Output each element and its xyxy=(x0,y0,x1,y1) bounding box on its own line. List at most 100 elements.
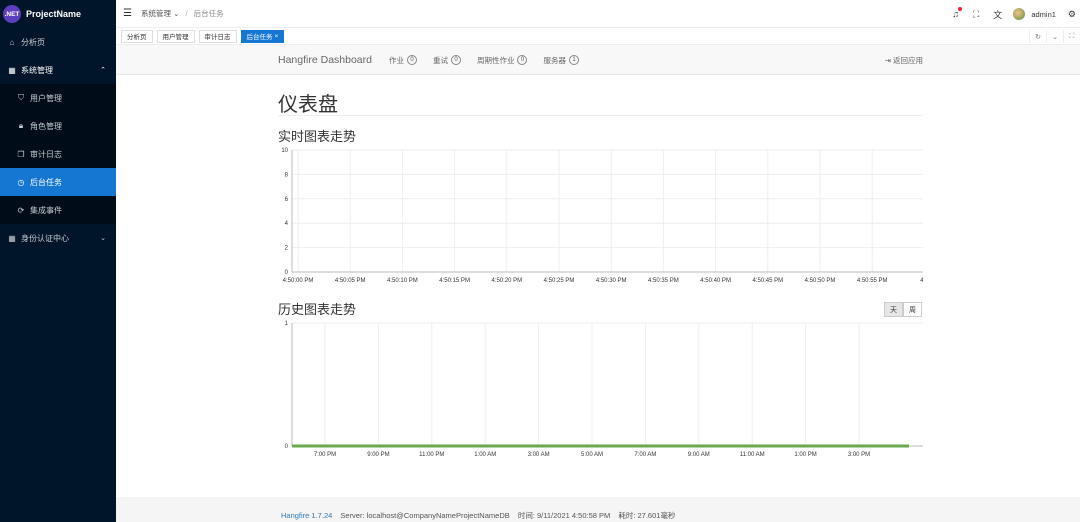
sidebar-item-audit-log[interactable]: ❐ 审计日志 xyxy=(0,140,116,168)
tab-label: 用户管理 xyxy=(162,34,189,41)
nav-recurring-jobs[interactable]: 周期性作业 0 xyxy=(477,55,528,66)
x-tick-label: 4:50:05 PM xyxy=(335,278,366,284)
sidebar-item-label: 用户管理 xyxy=(30,93,62,103)
chevron-down-icon[interactable]: ⌄ xyxy=(1046,30,1063,43)
breadcrumb: 系统管理 ⌄ / 后台任务 xyxy=(141,8,224,19)
sidebar-item-identity-center[interactable]: ▦ 身份认证中心 ⌄ xyxy=(0,224,116,252)
nav-servers[interactable]: 服务器 1 xyxy=(543,55,579,66)
y-tick-label: 2 xyxy=(285,246,289,252)
brand[interactable]: .NET ProjectName xyxy=(0,0,116,28)
sidebar-item-system[interactable]: ▦ 系统管理 ⌃ xyxy=(0,56,116,84)
snippets-icon: ❐ xyxy=(17,149,25,159)
x-tick-label: 1:00 PM xyxy=(794,452,816,458)
x-tick-label: 11:00 AM xyxy=(740,452,765,458)
y-tick-label: 0 xyxy=(285,270,289,276)
toggle-week[interactable]: 周 xyxy=(903,302,922,317)
y-tick-label: 0 xyxy=(285,444,289,450)
x-tick-label: 7:00 AM xyxy=(634,452,656,458)
chevron-up-icon: ⌃ xyxy=(100,67,106,74)
username[interactable]: admin1 xyxy=(1031,10,1056,19)
sidebar-item-users[interactable]: ⛉ 用户管理 xyxy=(0,84,116,112)
toggle-day[interactable]: 天 xyxy=(884,302,903,317)
tab-background-jobs[interactable]: 后台任务 × xyxy=(240,29,285,43)
footer-text: Hangfire 1.7.24 Server: localhost@Compan… xyxy=(281,510,681,521)
tab-label: 分析页 xyxy=(127,34,147,41)
elapsed-time: 耗时: 27.601毫秒 xyxy=(618,511,676,520)
realtime-chart-title: 实时图表走势 xyxy=(278,129,357,144)
close-icon[interactable]: × xyxy=(275,33,279,40)
hangfire-nav: Hangfire Dashboard 作业 0 重试 0 周期性作业 0 服务器 1 ⇥… xyxy=(278,45,923,75)
x-tick-label: 4:50:55 PM xyxy=(857,278,888,284)
server-info: Server: localhost@CompanyNameProjectName… xyxy=(340,511,510,520)
avatar[interactable] xyxy=(1013,8,1026,20)
main-content: Hangfire Dashboard 作业 0 重试 0 周期性作业 0 服务器 1 ⇥… xyxy=(116,45,1080,522)
sidebar-item-roles[interactable]: 🔒︎ 角色管理 xyxy=(0,112,116,140)
back-to-app-link[interactable]: ⇥ 返回应用 xyxy=(885,55,923,66)
tab-users[interactable]: 用户管理 xyxy=(156,29,195,43)
appstore-icon: ▦ xyxy=(8,65,16,75)
x-tick-label: 9:00 AM xyxy=(688,452,710,458)
history-chart: 0 1 7:00 PM 9:00 PM 11:00 PM 1:00 AM 3:00 AM 5:… xyxy=(278,318,923,464)
breadcrumb-separator: / xyxy=(185,9,188,18)
sidebar: .NET ProjectName ⌂ 分析页 ▦ 系统管理 ⌃ ⛉ 用户管理 🔒… xyxy=(0,0,116,522)
x-tick-label: 3:00 AM xyxy=(528,452,550,458)
sidebar-item-label: 分析页 xyxy=(21,37,45,47)
chevron-down-icon: ⌄ xyxy=(100,235,106,242)
tab-analysis[interactable]: 分析页 xyxy=(121,29,153,43)
sidebar-item-label: 后台任务 xyxy=(30,177,62,187)
sidebar-item-label: 角色管理 xyxy=(30,121,62,131)
count-badge: 0 xyxy=(406,55,417,65)
reload-icon[interactable]: ↻ xyxy=(1029,30,1046,43)
render-time: 时间: 9/11/2021 4:50:58 PM xyxy=(517,511,611,520)
sidebar-item-label: 身份认证中心 xyxy=(21,233,69,243)
sidebar-item-analysis[interactable]: ⌂ 分析页 xyxy=(0,28,116,56)
bell-icon[interactable]: ♫ xyxy=(952,7,962,19)
realtime-chart: 0 2 4 6 8 10 4:50:00 PM 4:50:05 PM 4:50:10 PM 4:5… xyxy=(278,145,923,291)
sidebar-item-label: 系统管理 xyxy=(21,65,53,75)
notification-dot xyxy=(957,7,962,11)
logout-icon: ⇥ xyxy=(884,55,893,65)
expand-icon[interactable]: ⛶ xyxy=(1063,30,1080,43)
tab-audit-log[interactable]: 审计日志 xyxy=(198,29,237,43)
nav-label: 作业 xyxy=(388,55,404,65)
lock-icon: 🔒︎ xyxy=(18,121,24,130)
tab-label: 审计日志 xyxy=(204,34,231,41)
sidebar-item-integration-events[interactable]: ⟳ 集成事件 xyxy=(0,196,116,224)
nav-label: 服务器 xyxy=(543,55,566,65)
hangfire-version[interactable]: Hangfire 1.7.24 xyxy=(281,511,332,520)
tab-label: 后台任务 xyxy=(246,34,273,41)
appstore-icon: ▦ xyxy=(8,233,16,243)
tabs-tools: ↻ ⌄ ⛶ xyxy=(1029,30,1080,43)
x-tick-label: 4:50:10 PM xyxy=(387,278,418,284)
divider xyxy=(278,115,923,116)
clock-icon: ◷ xyxy=(17,177,25,187)
breadcrumb-parent[interactable]: 系统管理 xyxy=(141,9,171,18)
skin-icon: ⛉ xyxy=(18,93,24,102)
x-tick-label: 4:50:00 PM xyxy=(283,278,314,284)
menu-fold-icon[interactable]: ☰ xyxy=(123,8,132,19)
gear-icon[interactable]: ⚙ xyxy=(1068,9,1076,20)
x-tick-label: 4:50:50 PM xyxy=(805,278,836,284)
sidebar-item-background-jobs[interactable]: ◷ 后台任务 xyxy=(0,168,116,196)
x-tick-label: 9:00 PM xyxy=(367,452,389,458)
chevron-down-icon: ⌄ xyxy=(173,9,180,18)
nav-retries[interactable]: 重试 0 xyxy=(433,55,461,66)
x-tick-label: 4:50:20 PM xyxy=(491,278,522,284)
header-actions: ♫ ⛶ 文 admin1 ⚙ xyxy=(938,0,1080,28)
y-tick-label: 10 xyxy=(281,148,288,154)
count-badge: 1 xyxy=(568,55,579,65)
sync-icon: ⟳ xyxy=(17,205,25,215)
fullscreen-icon[interactable]: ⛶ xyxy=(973,9,979,20)
nav-label: 重试 xyxy=(432,55,448,65)
hangfire-brand[interactable]: Hangfire Dashboard xyxy=(278,54,372,66)
breadcrumb-current: 后台任务 xyxy=(193,9,224,18)
translate-icon[interactable]: 文 xyxy=(993,8,1002,21)
nav-jobs[interactable]: 作业 0 xyxy=(389,55,417,66)
page-title: 仪表盘 xyxy=(278,94,338,116)
history-chart-title: 历史图表走势 xyxy=(278,302,357,317)
x-tick-label: 11:00 PM xyxy=(419,452,444,458)
top-header: ☰ 系统管理 ⌄ / 后台任务 ♫ ⛶ 文 admin1 ⚙ xyxy=(116,0,1080,28)
system-submenu: ⛉ 用户管理 🔒︎ 角色管理 ❐ 审计日志 ◷ 后台任务 ⟳ 集成事件 xyxy=(0,84,116,224)
count-badge: 0 xyxy=(517,55,528,65)
y-tick-label: 4 xyxy=(285,221,289,227)
